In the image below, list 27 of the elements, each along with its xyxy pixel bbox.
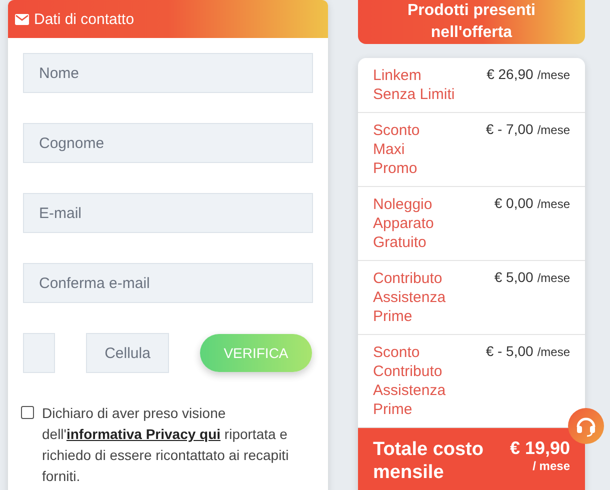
product-price: € 5,00 /mese [494,269,570,287]
product-price: € - 5,00 /mese [486,343,570,361]
product-name: Contributo Assistenza Prime [373,269,446,326]
product-price: € - 7,00 /mese [486,121,570,139]
support-button[interactable] [568,408,604,444]
product-name: Sconto Contributo Assistenza Prime [373,343,446,419]
product-name: Sconto Maxi Promo [373,121,420,178]
total-label: Totale costo mensile [373,438,484,484]
input-field[interactable]: Conferma e-mail [23,263,313,303]
privacy-link[interactable]: informativa Privacy qui [66,426,221,442]
total-unit: / mese [532,459,570,473]
card-title: Dati di contatto [34,10,134,28]
offer-header: Prodotti presenti nell'offerta [358,0,585,44]
product-price: € 26,90 /mese [486,66,570,84]
product-name: Noleggio Apparato Gratuito [373,195,434,252]
consent-text: Dichiaro di aver preso visione dell'informativa Privacy qui riportata e richiedo di essere ricontattato ai recapiti forniti. [42,404,290,486]
input-field[interactable]: Nome [23,53,313,93]
total-price: € 19,90 [510,438,570,459]
envelope-icon [15,14,29,24]
input-field[interactable]: E-mail [23,193,313,233]
product-price: € 0,00 /mese [494,195,570,213]
prefix-field[interactable] [23,333,55,373]
phone-field[interactable]: Cellula [86,333,169,373]
consent-checkbox[interactable] [21,406,34,419]
product-name: Linkem Senza Limiti [373,66,455,104]
headset-icon [575,415,597,437]
input-field[interactable]: Cognome [23,123,313,163]
